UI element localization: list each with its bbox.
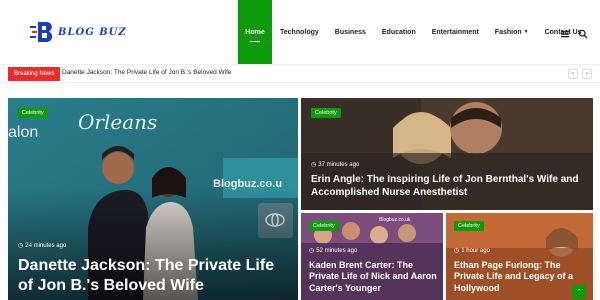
nav-fashion[interactable]: Fashion ▼ — [487, 0, 537, 64]
nav-technology[interactable]: Technology — [272, 0, 327, 64]
post-title[interactable]: Danette Jackson: The Private Life of Jon… — [18, 256, 290, 296]
post-time: ◷ 24 minutes ago — [18, 242, 67, 250]
clock-icon: ◷ — [309, 248, 315, 254]
post-time-text: 52 minutes ago — [316, 247, 358, 254]
breaking-news-bar: Breaking News Danette Jackson: The Priva… — [0, 64, 600, 83]
post-time: ◷ 1 hour ago — [454, 247, 490, 255]
category-badge[interactable]: Celebrity — [454, 221, 484, 231]
featured-card-3[interactable]: Blogbuz.co.uk Celebrity ◷ 52 minutes ago… — [301, 213, 443, 300]
clock-icon: ◷ — [454, 248, 460, 254]
featured-card-1[interactable]: Orleans alon Blogbuz.co.u Celebrity ◷ 24… — [8, 98, 298, 300]
clock-icon: ◷ — [18, 243, 24, 249]
post-time-text: 37 minutes ago — [318, 161, 360, 168]
site-logo[interactable]: BLOG BUZ — [30, 20, 127, 44]
nav-business[interactable]: Business — [327, 0, 374, 64]
post-title[interactable]: Erin Angle: The Inspiring Life of Jon Be… — [311, 174, 581, 199]
nav-home[interactable]: Home — [238, 0, 272, 64]
logo-text: BLOG BUZ — [58, 26, 127, 38]
next-arrow-icon[interactable]: › — [582, 69, 592, 79]
featured-card-4[interactable]: Celebrity ◷ 1 hour ago Ethan Page Furlon… — [446, 213, 593, 300]
post-time: ◷ 52 minutes ago — [309, 247, 358, 255]
main-nav: Home Technology Business Education Enter… — [238, 0, 590, 64]
post-title[interactable]: Kaden Brent Carter: The Private Life of … — [309, 260, 439, 294]
back-to-top-icon[interactable]: ⌃ — [572, 285, 586, 299]
post-title[interactable]: Ethan Page Furlong: The Private Life and… — [454, 260, 588, 294]
breaking-news-headline[interactable]: Danette Jackson: The Private Life of Jon… — [62, 69, 232, 76]
breaking-news-label: Breaking News — [8, 67, 61, 81]
post-time: ◷ 37 minutes ago — [311, 161, 360, 169]
logo-b-icon — [30, 20, 56, 44]
post-time-text: 24 minutes ago — [25, 242, 67, 249]
nav-fashion-label: Fashion — [494, 28, 522, 36]
chevron-down-icon: ▼ — [523, 29, 529, 35]
clock-icon: ◷ — [311, 162, 317, 168]
header-icons — [560, 26, 588, 39]
prev-arrow-icon[interactable]: ‹ — [568, 69, 578, 79]
menu-icon[interactable] — [560, 26, 570, 38]
site-header: BLOG BUZ Home Technology Business Educat… — [0, 0, 600, 64]
nav-education[interactable]: Education — [374, 0, 424, 64]
category-badge[interactable]: Celebrity — [309, 221, 339, 231]
category-badge[interactable]: Celebrity — [18, 108, 48, 118]
bg-sign-text: Orleans — [78, 110, 158, 134]
search-icon[interactable] — [578, 26, 588, 39]
watermark: Blogbuz.co.uk — [379, 217, 411, 223]
post-time-text: 1 hour ago — [461, 247, 490, 254]
watermark: Blogbuz.co.u — [213, 178, 283, 190]
category-badge[interactable]: Celebrity — [311, 108, 341, 118]
featured-card-2[interactable]: Celebrity ◷ 37 minutes ago Erin Angle: T… — [301, 98, 593, 210]
nav-entertainment[interactable]: Entertainment — [424, 0, 487, 64]
bg-sign-text-left: alon — [8, 124, 39, 141]
